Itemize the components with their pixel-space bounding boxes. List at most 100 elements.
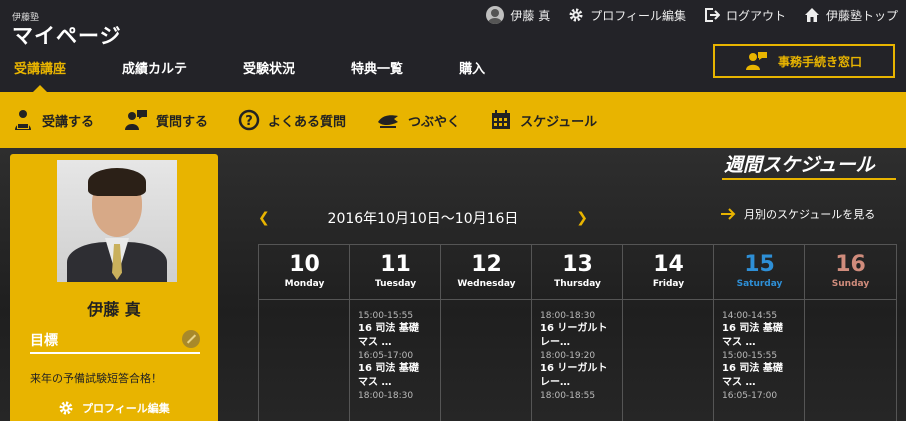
schedule-event[interactable]: 18:00-18:30 — [358, 390, 433, 402]
schedule-title-underline — [722, 178, 896, 180]
schedule-title: 週間スケジュール — [724, 154, 875, 176]
goal-text: 来年の予備試験短答合格！ — [30, 372, 162, 385]
day-header: 15 Saturday — [714, 244, 805, 300]
day-number: 10 — [289, 252, 320, 277]
top-links: 伊藤 真 プロフィール編集 ログアウト 伊藤塾トップ — [486, 6, 898, 24]
day-events: 14:00-14:55 16 司法 基礎 マス … 15:00-15:55 16… — [714, 300, 805, 402]
gear-icon — [59, 401, 73, 415]
profile-edit-link[interactable]: プロフィール編集 — [568, 7, 686, 24]
event-title-cont: マス … — [722, 337, 756, 348]
tab-exam-status[interactable]: 受験状況 — [243, 58, 295, 92]
profile-edit-label: プロフィール編集 — [590, 8, 686, 23]
day-events — [259, 300, 350, 310]
monthly-schedule-link[interactable]: 月別のスケジュールを見る — [720, 206, 875, 222]
event-time: 14:00-14:55 — [722, 311, 778, 321]
pencil-icon[interactable] — [182, 330, 200, 348]
home-icon — [804, 8, 819, 22]
day-name: Wednesday — [457, 279, 516, 289]
profile-edit-button[interactable]: プロフィール編集 — [58, 400, 170, 416]
profile-name: 伊藤 真 — [87, 300, 141, 319]
schedule-event[interactable]: 16:05-17:00 — [722, 390, 797, 402]
day-header: 11 Tuesday — [350, 244, 441, 300]
lecture-icon — [15, 110, 31, 130]
day-events: 18:00-18:30 16 リーガルト レー… 18:00-19:20 16 … — [532, 300, 623, 402]
office-procedures-button[interactable]: 事務手続き窓口 — [713, 44, 895, 78]
day-column-friday[interactable]: 14 Friday — [622, 244, 714, 421]
schedule-event[interactable]: 18:00-18:55 — [540, 390, 615, 402]
subnav-tweet-label: つぶやく — [408, 114, 461, 130]
calendar-icon — [492, 110, 511, 129]
question-person-icon — [125, 110, 148, 130]
schedule-event[interactable]: 18:00-18:30 16 リーガルト レー… — [540, 310, 615, 349]
tab-grades[interactable]: 成績カルテ — [122, 58, 187, 92]
day-column-sunday[interactable]: 16 Sunday — [804, 244, 897, 421]
monthly-link-label: 月別のスケジュールを見る — [744, 208, 876, 221]
goal-divider — [30, 352, 200, 354]
top-bar: 伊藤塾 マイページ 伊藤 真 プロフィール編集 ログアウト 伊藤塾トップ 受講講… — [0, 0, 906, 92]
subnav-tweet[interactable]: つぶやく — [376, 110, 460, 130]
subnav-lecture-label: 受講する — [42, 114, 95, 130]
day-column-thursday[interactable]: 13 Thursday 18:00-18:30 16 リーガルト レー… 18:… — [531, 244, 623, 421]
day-number: 14 — [653, 252, 684, 277]
prev-week-arrow-icon[interactable]: ❮ — [258, 210, 270, 226]
subnav-schedule-label: スケジュール — [520, 114, 598, 130]
schedule-event[interactable]: 16:05-17:00 16 司法 基礎 マス … — [358, 350, 433, 389]
event-time: 15:00-15:55 — [358, 311, 414, 321]
home-label: 伊藤塾トップ — [825, 8, 898, 23]
subnav-schedule[interactable]: スケジュール — [490, 109, 597, 131]
day-number: 16 — [835, 252, 866, 277]
profile-edit-label: プロフィール編集 — [82, 402, 170, 415]
day-column-saturday[interactable]: 15 Saturday 14:00-14:55 16 司法 基礎 マス … 15… — [713, 244, 805, 421]
day-events — [623, 300, 714, 310]
home-link[interactable]: 伊藤塾トップ — [804, 7, 898, 24]
event-title-cont: レー… — [540, 377, 570, 388]
event-title: 16 司法 基礎 — [722, 363, 783, 374]
subnav-ask-label: 質問する — [156, 114, 209, 130]
subnav-ask[interactable]: 質問する — [124, 109, 208, 131]
tab-purchase[interactable]: 購入 — [459, 58, 485, 92]
day-number: 12 — [471, 252, 502, 277]
day-header: 14 Friday — [623, 244, 714, 300]
day-header: 10 Monday — [259, 244, 350, 300]
schedule-event[interactable]: 15:00-15:55 16 司法 基礎 マス … — [722, 350, 797, 389]
schedule-event[interactable]: 18:00-19:20 16 リーガルト レー… — [540, 350, 615, 389]
tweet-icon — [378, 115, 399, 128]
user-name: 伊藤 真 — [510, 8, 551, 23]
schedule-event[interactable]: 14:00-14:55 16 司法 基礎 マス … — [722, 310, 797, 349]
subnav-lecture[interactable]: 受講する — [12, 109, 94, 131]
event-time: 18:00-19:20 — [540, 351, 596, 361]
day-name: Saturday — [736, 279, 783, 289]
day-column-tuesday[interactable]: 11 Tuesday 15:00-15:55 16 司法 基礎 マス … 16:… — [349, 244, 441, 421]
avatar — [486, 6, 505, 24]
day-column-wednesday[interactable]: 12 Wednesday — [440, 244, 532, 421]
next-week-arrow-icon[interactable]: ❯ — [576, 210, 588, 226]
day-number: 13 — [562, 252, 593, 277]
day-name: Monday — [284, 279, 325, 289]
event-title-cont: マス … — [358, 337, 392, 348]
page-title[interactable]: マイページ — [12, 20, 122, 50]
event-title: 16 司法 基礎 — [358, 323, 419, 334]
week-range: 2016年10月10日～10月16日 — [327, 211, 519, 227]
faq-icon: ? — [238, 109, 260, 131]
tab-courses[interactable]: 受講講座 — [14, 58, 66, 92]
event-time: 18:00-18:30 — [358, 391, 414, 401]
event-title-cont: レー… — [540, 337, 570, 348]
user-menu[interactable]: 伊藤 真 — [486, 6, 550, 24]
logout-link[interactable]: ログアウト — [704, 7, 786, 24]
schedule-event[interactable]: 15:00-15:55 16 司法 基礎 マス … — [358, 310, 433, 349]
event-time: 18:00-18:30 — [540, 311, 596, 321]
subnav-faq[interactable]: ? よくある質問 — [238, 109, 346, 131]
day-events — [805, 300, 896, 310]
day-events: 15:00-15:55 16 司法 基礎 マス … 16:05-17:00 16… — [350, 300, 441, 402]
profile-card: 伊藤 真 目標 来年の予備試験短答合格！ プロフィール編集 — [10, 154, 218, 421]
day-number: 11 — [380, 252, 411, 277]
tab-benefits[interactable]: 特典一覧 — [351, 58, 403, 92]
subnav-faq-label: よくある質問 — [268, 114, 347, 130]
day-header: 13 Thursday — [532, 244, 623, 300]
event-time: 18:00-18:55 — [540, 391, 596, 401]
svg-text:?: ? — [245, 114, 253, 129]
event-time: 15:00-15:55 — [722, 351, 778, 361]
day-name: Thursday — [554, 279, 601, 289]
day-column-monday[interactable]: 10 Monday — [258, 244, 350, 421]
day-name: Friday — [652, 279, 685, 289]
